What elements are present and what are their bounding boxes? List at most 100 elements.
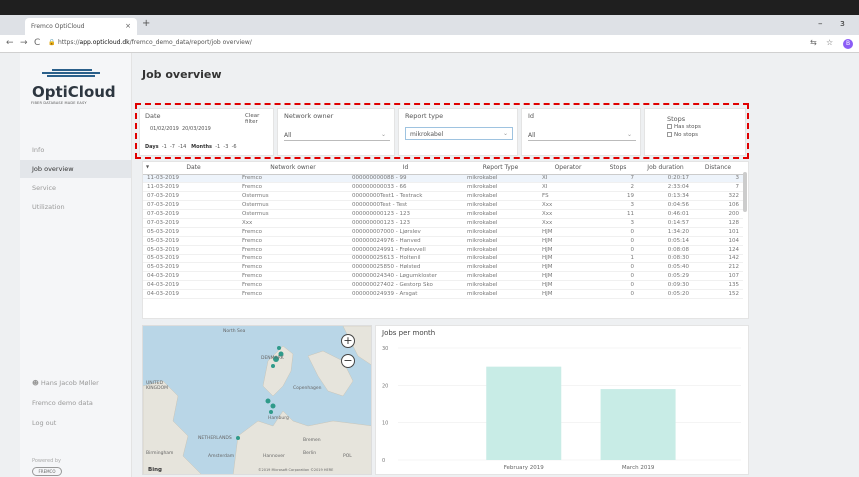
table-cell: 2:33:04 xyxy=(638,182,693,193)
table-cell: mikrokabel xyxy=(463,182,538,193)
map-marker[interactable] xyxy=(236,436,240,440)
map-marker[interactable] xyxy=(269,410,273,414)
logo-tagline: FIBER DATABASE MADE EASY xyxy=(31,101,87,105)
table-row[interactable]: 05-03-2019 Fremco 000000024976 - Hanved mik… xyxy=(143,236,743,246)
map-label: Berlin xyxy=(303,451,317,456)
table-row[interactable]: 05-03-2019 Fremco 000000024991 - Frølevvel… xyxy=(143,245,743,255)
translate-icon[interactable]: ⇆ xyxy=(810,38,817,47)
sidebar-item-utilization[interactable]: Utilization xyxy=(20,198,131,216)
col-date-header[interactable]: ▼ Date xyxy=(143,162,238,175)
col-operator-header[interactable]: Operator xyxy=(538,162,598,175)
network-owner-label: Network owner xyxy=(284,112,334,120)
table-cell: 07-03-2019 xyxy=(143,200,238,211)
browser-tab[interactable]: Fremco OptiCloud × xyxy=(25,18,137,35)
col-id-header[interactable]: Id xyxy=(348,162,463,175)
table-cell: 0:04:56 xyxy=(638,200,693,211)
chart-bar[interactable] xyxy=(600,389,676,460)
minimize-button[interactable]: – xyxy=(818,19,823,29)
sort-icon[interactable]: ▼ xyxy=(143,164,149,169)
chart-bar[interactable] xyxy=(486,366,562,460)
id-select[interactable]: All ⌄ xyxy=(528,129,636,141)
tab-title: Fremco OptiCloud xyxy=(31,23,85,30)
table-row[interactable]: 07-03-2019 Xxx 000000000123 - 123 mikrokabe… xyxy=(143,218,743,228)
zoom-in-button[interactable]: + xyxy=(341,334,355,348)
no-stops-checkbox[interactable]: No stops xyxy=(667,132,698,138)
forward-button[interactable]: → xyxy=(20,38,28,48)
back-button[interactable]: ← xyxy=(6,38,14,48)
table-cell: 0 xyxy=(598,245,638,255)
table-cell: 05-03-2019 xyxy=(143,254,238,264)
map-marker[interactable] xyxy=(271,364,275,368)
table-cell: 7 xyxy=(598,174,638,184)
date-filter-panel: Date Clear filter 01/02/2019 20/03/2019 … xyxy=(139,108,274,156)
sidebar-item-info[interactable]: Info xyxy=(20,141,131,159)
col-stops-header[interactable]: Stops xyxy=(598,162,638,175)
date-from-input[interactable]: 01/02/2019 xyxy=(150,126,179,132)
org-link[interactable]: Fremco demo data xyxy=(32,399,93,407)
tab-close-icon[interactable]: × xyxy=(125,22,131,30)
x-tick-label: February 2019 xyxy=(504,465,545,471)
col-report-type-header[interactable]: Report Type xyxy=(463,162,538,175)
table-cell: 200 xyxy=(693,209,743,219)
table-cell: HJM xyxy=(538,254,598,264)
days-minus-7[interactable]: -7 xyxy=(170,144,175,150)
table-cell: mikrokabel xyxy=(463,191,538,202)
table-row[interactable]: 04-03-2019 Fremco 000000024939 - Arsgat mik… xyxy=(143,289,743,299)
no-stops-label: No stops xyxy=(674,132,698,138)
table-row[interactable]: 07-03-2019 Ostermus 00000000Test1 - Testra… xyxy=(143,191,743,202)
days-minus-1[interactable]: -1 xyxy=(162,144,167,150)
network-owner-select[interactable]: All ⌄ xyxy=(284,129,390,141)
months-minus-3[interactable]: -3 xyxy=(223,144,228,150)
map-marker[interactable] xyxy=(265,398,271,404)
user-name[interactable]: ☻ Hans Jacob Møller xyxy=(32,379,99,387)
profile-avatar[interactable]: B xyxy=(843,39,853,49)
table-cell: 11-03-2019 xyxy=(143,182,238,193)
table-row[interactable]: 05-03-2019 Fremco 000000007000 - Ljørslev m… xyxy=(143,227,743,237)
table-row[interactable]: 11-03-2019 Fremco 000000000033 - 66 mikroka… xyxy=(143,182,743,193)
url-field[interactable]: https://app.opticloud.dk/fremco_demo_dat… xyxy=(58,39,252,46)
table-cell: 0 xyxy=(598,289,638,299)
table-header-row: ▼ Date Network owner Id Report Type Opera… xyxy=(143,162,743,175)
table-cell: XI xyxy=(538,182,598,193)
sidebar-item-service[interactable]: Service xyxy=(20,179,131,197)
reload-button[interactable]: C xyxy=(34,38,40,48)
network-owner-panel: Network owner All ⌄ xyxy=(277,108,395,156)
table-row[interactable]: 07-03-2019 Ostermus 000000000123 - 123 mikr… xyxy=(143,209,743,219)
months-minus-1[interactable]: -1 xyxy=(215,144,220,150)
table-cell: Fremco xyxy=(238,289,348,299)
star-icon[interactable]: ☆ xyxy=(826,38,833,47)
days-minus-14[interactable]: -14 xyxy=(178,144,186,150)
logout-link[interactable]: Log out xyxy=(32,419,56,427)
new-tab-button[interactable]: + xyxy=(142,18,150,29)
table-row[interactable]: 11-03-2019 Fremco 000000000088 - 99 mikroka… xyxy=(143,174,743,184)
report-type-select[interactable]: mikrokabel ⌄ xyxy=(405,127,513,140)
table-cell: mikrokabel xyxy=(463,262,538,273)
col-network-owner-header[interactable]: Network owner xyxy=(238,162,348,175)
fremco-logo: FREMCO xyxy=(32,467,62,476)
table-row[interactable]: 05-03-2019 Fremco 000000025850 - Hølsted mi… xyxy=(143,262,743,273)
months-minus-6[interactable]: -6 xyxy=(232,144,237,150)
col-distance-header[interactable]: Distance xyxy=(693,162,743,175)
sidebar-item-job-overview[interactable]: Job overview xyxy=(20,160,131,178)
table-cell: Fremco xyxy=(238,245,348,255)
clear-filter-button[interactable]: Clear filter xyxy=(245,113,273,125)
zoom-out-button[interactable]: − xyxy=(341,354,355,368)
maximize-button[interactable]: ɜ xyxy=(840,19,845,29)
map-marker[interactable] xyxy=(270,403,276,409)
table-row[interactable]: 05-03-2019 Fremco 000000025613 - Holtenil m… xyxy=(143,254,743,264)
has-stops-checkbox[interactable]: Has stops xyxy=(667,124,701,130)
table-cell: 000000000033 - 66 xyxy=(348,182,463,193)
table-cell: 0:13:34 xyxy=(638,191,693,202)
map-panel[interactable]: North Sea DENMARK UNITED KINGDOM Hamburg… xyxy=(142,325,372,475)
table-scrollbar[interactable] xyxy=(743,172,747,212)
page-title: Job overview xyxy=(142,68,222,81)
powered-by-label: Powered by xyxy=(32,458,61,464)
map-marker[interactable] xyxy=(277,346,281,350)
date-to-input[interactable]: 20/03/2019 xyxy=(182,126,211,132)
table-row[interactable]: 04-03-2019 Fremco 000000027402 - Gestorp S… xyxy=(143,280,743,291)
table-cell: XI xyxy=(538,174,598,184)
table-cell: 124 xyxy=(693,245,743,255)
table-row[interactable]: 04-03-2019 Fremco 000000024340 - Løgumklos… xyxy=(143,271,743,282)
table-row[interactable]: 07-03-2019 Ostermus 00000000Test - Test mik… xyxy=(143,200,743,211)
col-job-duration-header[interactable]: Job duration xyxy=(638,162,693,175)
